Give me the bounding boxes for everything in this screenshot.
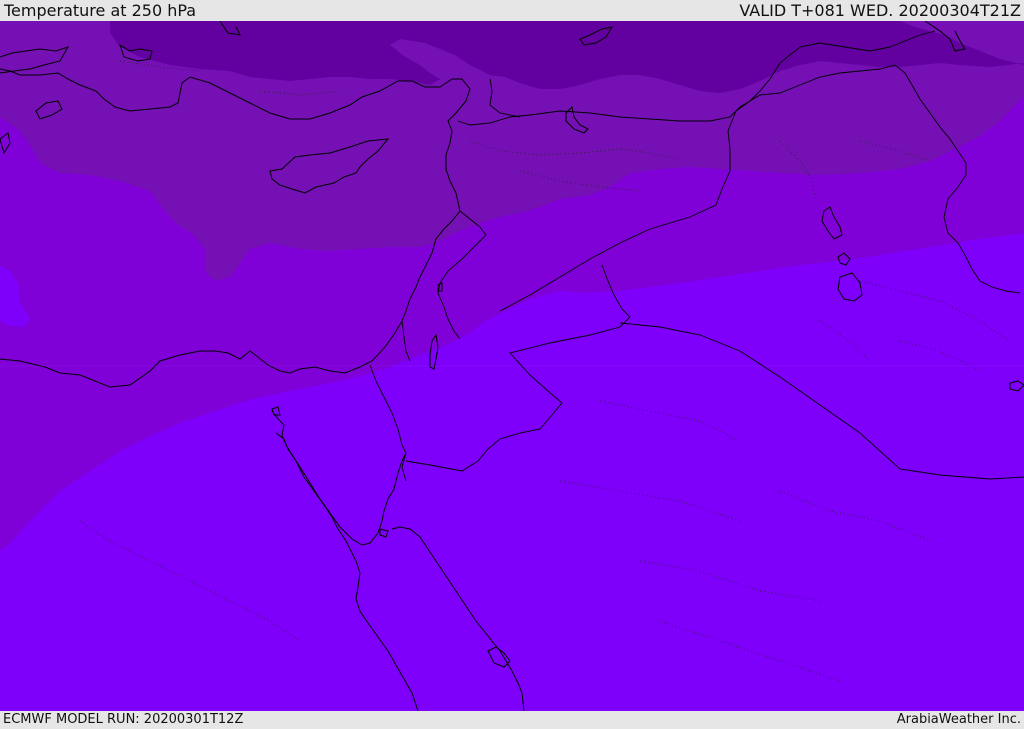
map-page: Temperature at 250 hPa VALID T+081 WED. …	[0, 0, 1024, 729]
footer-bar: ECMWF MODEL RUN: 20200301T12Z ArabiaWeat…	[0, 711, 1024, 729]
header-bar: Temperature at 250 hPa VALID T+081 WED. …	[0, 0, 1024, 21]
map-canvas	[0, 21, 1024, 711]
map-title: Temperature at 250 hPa	[4, 1, 197, 20]
valid-time: VALID T+081 WED. 20200304T21Z	[739, 1, 1021, 20]
weather-map[interactable]	[0, 21, 1024, 711]
credit: ArabiaWeather Inc.	[896, 712, 1021, 727]
model-run: ECMWF MODEL RUN: 20200301T12Z	[3, 712, 244, 727]
